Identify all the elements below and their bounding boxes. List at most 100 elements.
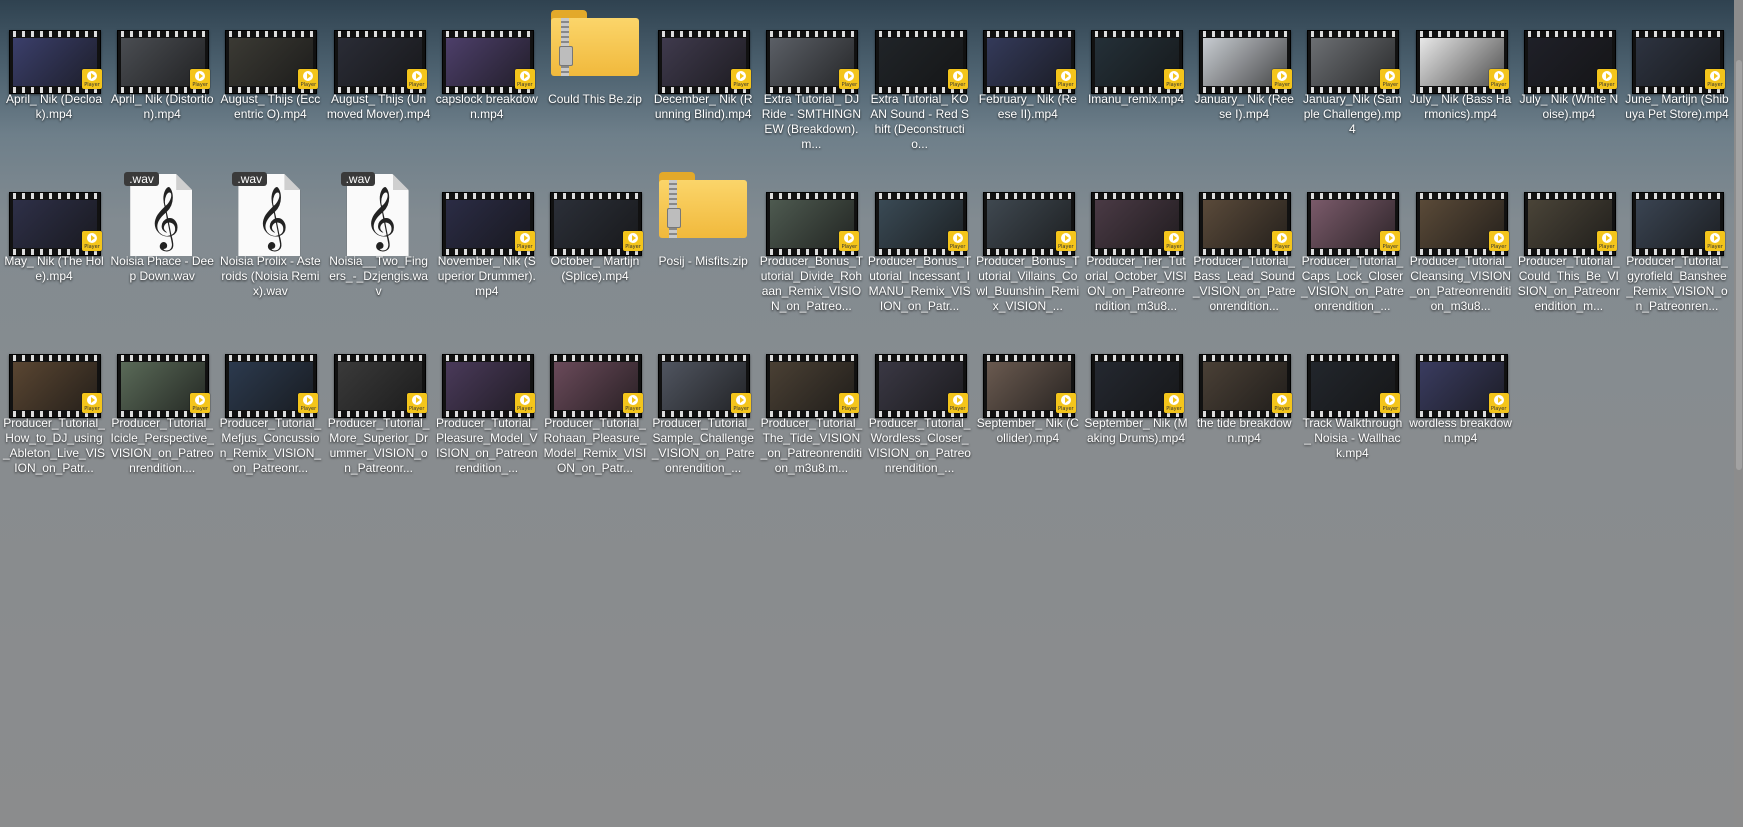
file-name-label: Producer_Tutorial_Rohaan_Pleasure_Model_… bbox=[543, 416, 647, 475]
video-thumbnail-icon: Player bbox=[982, 192, 1076, 256]
player-badge-label: Player bbox=[84, 244, 100, 250]
file-name-label: October_ Martijn (Splice).mp4 bbox=[550, 254, 640, 283]
video-thumbnail-icon: Player bbox=[117, 354, 211, 418]
player-badge-label: Player bbox=[1166, 244, 1182, 250]
player-badge-icon: Player bbox=[623, 393, 643, 413]
player-badge-icon: Player bbox=[1055, 393, 1076, 413]
file-name-label: Producer_Tutorial_The_Tide_VISION_on_Pat… bbox=[760, 416, 863, 475]
player-badge-icon: Player bbox=[731, 393, 752, 413]
video-thumbnail-icon: Player bbox=[9, 354, 102, 418]
player-badge-label: Player bbox=[517, 82, 533, 88]
video-thumbnail-icon: Player bbox=[766, 30, 860, 94]
video-thumbnail-icon: Player bbox=[1199, 30, 1293, 94]
player-badge-icon: Player bbox=[82, 69, 102, 89]
file-name-label: Producer_Bonus_Tutorial_Villains_Cowl_Bu… bbox=[976, 254, 1080, 313]
player-badge-label: Player bbox=[1490, 406, 1507, 412]
player-badge-icon: Player bbox=[82, 393, 102, 413]
video-thumbnail-icon: Player bbox=[1091, 30, 1184, 94]
player-badge-label: Player bbox=[949, 244, 966, 250]
player-badge-icon: Player bbox=[947, 69, 968, 89]
file-name-label: January_Nik (Sample Challenge).mp4 bbox=[1303, 92, 1402, 136]
zip-folder-icon bbox=[659, 172, 748, 240]
video-thumbnail-icon: Player bbox=[1091, 192, 1184, 256]
player-badge-icon: Player bbox=[731, 69, 752, 89]
video-thumbnail-icon: Player bbox=[441, 30, 535, 94]
scrollbar-thumb[interactable] bbox=[1736, 60, 1742, 470]
file-name-label: wordless breakdown.mp4 bbox=[1409, 416, 1512, 445]
player-badge-label: Player bbox=[84, 82, 100, 88]
file-name-label: Producer_Tutorial_Caps_Lock_Closer_VISIO… bbox=[1301, 254, 1404, 313]
video-thumbnail-icon: Player bbox=[1632, 30, 1725, 94]
audio-file-icon: 𝄞 .wav bbox=[124, 172, 200, 256]
file-name-label: July_ Nik (White Noise).mp4 bbox=[1519, 92, 1619, 121]
video-thumbnail-icon: Player bbox=[441, 354, 535, 418]
video-thumbnail-icon: Player bbox=[1415, 354, 1509, 418]
video-thumbnail-icon: Player bbox=[1307, 192, 1401, 256]
file-name-label: Producer_Tutorial_Could_This_Be_VISION_o… bbox=[1517, 254, 1620, 313]
video-thumbnail-icon: Player bbox=[1091, 354, 1184, 418]
player-badge-label: Player bbox=[517, 244, 533, 250]
player-badge-icon: Player bbox=[1380, 393, 1401, 413]
player-badge-label: Player bbox=[192, 82, 208, 88]
file-name-label: Producer_Bonus_Tutorial_Divide_Rohaan_Re… bbox=[759, 254, 864, 313]
player-badge-icon: Player bbox=[82, 231, 102, 251]
player-badge-label: Player bbox=[841, 406, 858, 412]
player-badge-label: Player bbox=[408, 82, 425, 88]
file-name-label: August_ Thijs (Eccentric O).mp4 bbox=[220, 92, 321, 121]
player-badge-icon: Player bbox=[1596, 231, 1617, 251]
player-badge-label: Player bbox=[949, 406, 966, 412]
video-thumbnail-icon: Player bbox=[874, 30, 968, 94]
player-badge-icon: Player bbox=[1055, 231, 1076, 251]
file-name-label: Noisia Prolix - Asteroids (Noisia Remix)… bbox=[220, 254, 321, 298]
file-name-label: August_ Thijs (Unmoved Mover).mp4 bbox=[326, 92, 431, 121]
file-name-label: Noisia Phace - Deep Down.wav bbox=[110, 254, 214, 283]
file-name-label: Producer_Tutorial_Cleansing_VISION_on_Pa… bbox=[1409, 254, 1512, 313]
file-name-label: July_ Nik (Bass Harmonics).mp4 bbox=[1409, 92, 1512, 121]
file-name-label: Track Walkthrough _ Noisia - Wallhack.mp… bbox=[1302, 416, 1403, 460]
player-badge-icon: Player bbox=[1272, 231, 1293, 251]
video-thumbnail-icon: Player bbox=[658, 30, 752, 94]
file-name-label: Producer_Tutorial_Bass_Lead_Sound_VISION… bbox=[1192, 254, 1296, 313]
file-name-label: Imanu_remix.mp4 bbox=[1087, 92, 1185, 106]
player-badge-icon: Player bbox=[1380, 69, 1401, 89]
file-name-label: Producer_Tutorial_Mefjus_Concussion_Remi… bbox=[219, 416, 322, 475]
file-name-label: Producer_Tutorial_More_Superior_Drummer_… bbox=[327, 416, 430, 475]
video-thumbnail-icon: Player bbox=[1307, 30, 1401, 94]
player-badge-label: Player bbox=[1166, 406, 1182, 412]
player-badge-icon: Player bbox=[298, 393, 319, 413]
player-badge-label: Player bbox=[733, 82, 749, 88]
video-thumbnail-icon: Player bbox=[982, 30, 1076, 94]
player-badge-icon: Player bbox=[406, 393, 427, 413]
player-badge-icon: Player bbox=[1164, 393, 1184, 413]
player-badge-label: Player bbox=[1382, 82, 1399, 88]
player-badge-label: Player bbox=[1707, 82, 1723, 88]
video-thumbnail-icon: Player bbox=[982, 354, 1076, 418]
file-name-label: February_ Nik (Reese II).mp4 bbox=[978, 92, 1077, 121]
player-badge-label: Player bbox=[1382, 244, 1399, 250]
file-name-label: September_ Nik (Collider).mp4 bbox=[976, 416, 1079, 445]
file-extension-tag: .wav bbox=[232, 172, 268, 186]
player-badge-label: Player bbox=[408, 406, 425, 412]
file-name-label: April_ Nik (Distortion).mp4 bbox=[110, 92, 214, 121]
player-badge-icon: Player bbox=[1164, 69, 1184, 89]
file-name-label: May_ Nik (The Hole).mp4 bbox=[4, 254, 104, 283]
video-thumbnail-icon: Player bbox=[225, 354, 319, 418]
video-thumbnail-icon: Player bbox=[1523, 30, 1617, 94]
vertical-scrollbar[interactable] bbox=[1734, 0, 1743, 827]
file-name-label: Extra Tutorial_ DJ Ride - SMTHINGNEW (Br… bbox=[761, 92, 862, 151]
video-thumbnail-icon: Player bbox=[1632, 192, 1725, 256]
player-badge-label: Player bbox=[1058, 82, 1074, 88]
player-badge-label: Player bbox=[1274, 406, 1290, 412]
file-name-label: Producer_Tutorial_Pleasure_Model_VISION_… bbox=[435, 416, 538, 475]
player-badge-label: Player bbox=[1599, 82, 1615, 88]
player-badge-icon: Player bbox=[839, 69, 860, 89]
player-badge-label: Player bbox=[733, 406, 749, 412]
audio-file-icon: 𝄞 .wav bbox=[232, 172, 308, 256]
video-thumbnail-icon: Player bbox=[1523, 192, 1617, 256]
player-badge-icon: Player bbox=[406, 69, 427, 89]
player-badge-label: Player bbox=[192, 406, 208, 412]
file-name-label: December_ Nik (Running Blind).mp4 bbox=[653, 92, 753, 121]
file-name-label: Producer_Tutorial_How_to_DJ_using_Ableto… bbox=[2, 416, 106, 475]
file-name-label: January_ Nik (Reese I).mp4 bbox=[1194, 92, 1294, 121]
file-name-label: Producer_Tutorial_gyrofield_Banshee_Remi… bbox=[1626, 254, 1728, 313]
